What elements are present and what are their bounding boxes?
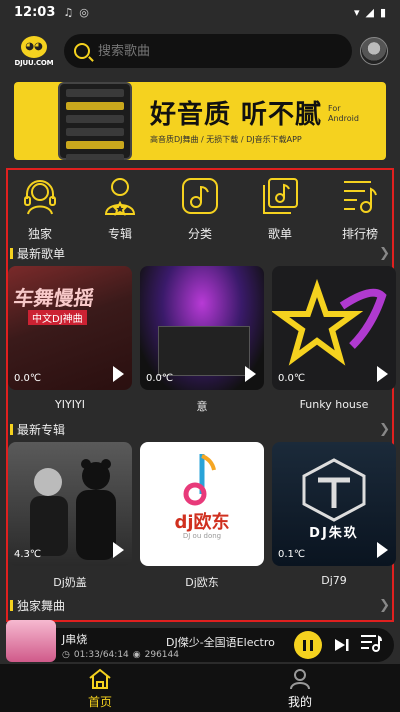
category-label: 专辑 [107, 227, 132, 241]
home-icon [89, 668, 111, 689]
section-latest-albums[interactable]: 最新专辑 ❯ [10, 420, 390, 438]
search-icon [74, 43, 90, 59]
album-cover: 4.3℃ [8, 442, 132, 566]
nav-home[interactable]: 首页 [0, 664, 200, 712]
logo-text: DJUU.COM [14, 58, 54, 67]
nav-label: 我的 [287, 695, 312, 709]
search-input[interactable] [98, 43, 318, 59]
temperature-label: 0.0℃ [14, 373, 42, 384]
playlist-cover: 0.0℃ [140, 266, 264, 390]
status-time: 12:03 [14, 4, 56, 20]
album-title: Dj79 [321, 574, 347, 587]
playlist-row: 车舞慢摇 中文DJ神曲 0.0℃ YIYIYI 0.0℃ 意 0.0℃ Funk… [8, 266, 396, 414]
banner-platform: For Android [328, 104, 359, 123]
playlist-cover: 0.0℃ [272, 266, 396, 390]
section-title: 最新歌单 [17, 246, 66, 261]
section-latest-playlists[interactable]: 最新歌单 ❯ [10, 244, 390, 262]
category-row: 独家 专辑 分类 歌单 排行榜 [0, 172, 400, 244]
status-bar: 12:03 ♫ ◎ ▾ ◢ ▮ [0, 0, 400, 24]
category-label: 独家 [27, 227, 52, 241]
promo-banner[interactable]: 好音质 听不腻 For Android 高音质DJ舞曲 / 无损下载 / DJ音… [14, 82, 386, 160]
now-playing-cover[interactable] [6, 620, 56, 662]
player-artist: J串烧 [62, 632, 88, 646]
category-label: 分类 [187, 227, 212, 241]
category-album[interactable]: 专辑 [80, 172, 160, 244]
section-title: 独家舞曲 [17, 598, 66, 613]
album-title: Dj奶盖 [53, 576, 87, 589]
playlist-card[interactable]: 车舞慢摇 中文DJ神曲 0.0℃ YIYIYI [8, 266, 132, 414]
section-exclusive[interactable]: 独家舞曲 ❯ [10, 596, 390, 614]
play-icon[interactable] [113, 542, 124, 558]
temperature-label: 4.3℃ [14, 549, 42, 560]
category-ranking[interactable]: 排行榜 [320, 172, 400, 244]
album-cover: DJ朱玖 0.1℃ [272, 442, 396, 566]
play-icon[interactable] [113, 366, 124, 382]
wifi-icon: ▾ [353, 5, 360, 19]
headphones-icon [20, 176, 60, 216]
banner-title: 好音质 听不腻 [150, 100, 323, 130]
player-info: J串烧 ◷ 01:33/64:14 ◉ 296144 [62, 631, 179, 660]
logo-face-icon: ◕◕ [21, 35, 47, 58]
app-logo[interactable]: ◕◕ DJUU.COM [12, 35, 56, 67]
album-card[interactable]: 4.3℃ Dj奶盖 [8, 442, 132, 590]
category-genre[interactable]: 分类 [160, 172, 240, 244]
sync-icon: ◎ [79, 5, 89, 19]
bottom-nav: 首页 我的 [0, 664, 400, 712]
clock-icon: ◷ [62, 649, 70, 660]
temperature-label: 0.1℃ [278, 549, 306, 560]
music-note-icon: ♫ [63, 5, 74, 19]
user-star-icon [100, 176, 140, 216]
category-label: 排行榜 [341, 227, 378, 241]
category-exclusive[interactable]: 独家 [0, 172, 80, 244]
header: ◕◕ DJUU.COM [0, 28, 400, 74]
avatar[interactable] [360, 37, 388, 65]
nav-label: 首页 [87, 695, 112, 709]
category-playlist[interactable]: 歌单 [240, 172, 320, 244]
album-card[interactable]: dj欧东 DJ ou dong Dj欧东 [140, 442, 264, 590]
chevron-right-icon[interactable]: ❯ [379, 246, 390, 261]
temperature-label: 0.0℃ [278, 373, 306, 384]
signal-icon: ◢ [365, 5, 374, 19]
music-note-icon [180, 176, 220, 216]
album-card[interactable]: DJ朱玖 0.1℃ Dj79 [272, 442, 396, 590]
playlist-card[interactable]: 0.0℃ Funky house [272, 266, 396, 414]
battery-icon: ▮ [379, 5, 386, 19]
temperature-label: 0.0℃ [146, 373, 174, 384]
profile-icon [290, 669, 310, 690]
album-row: 4.3℃ Dj奶盖 dj欧东 DJ ou dong Dj欧东 DJ朱玖 0.1℃ [8, 442, 396, 590]
playlist-title: 意 [196, 400, 208, 413]
phone-mockup-image [58, 82, 132, 160]
player-stats: ◷ 01:33/64:14 ◉ 296144 [62, 649, 179, 660]
category-label: 歌单 [267, 227, 292, 241]
playlist-cover: 车舞慢摇 中文DJ神曲 0.0℃ [8, 266, 132, 390]
playlist-icon [260, 176, 300, 216]
playlist-card[interactable]: 0.0℃ 意 [140, 266, 264, 414]
playlist-title: YIYIYI [55, 398, 85, 411]
playlist-queue-icon[interactable] [360, 634, 382, 656]
status-notification-icons: ♫ ◎ [63, 6, 88, 19]
nav-mine[interactable]: 我的 [200, 664, 400, 712]
mini-player[interactable]: J串烧 ◷ 01:33/64:14 ◉ 296144 DJ傑少-全国语Elect… [6, 620, 394, 662]
banner-subtitle: 高音质DJ舞曲 / 无损下载 / DJ音乐下载APP [150, 135, 302, 144]
plays-icon: ◉ [132, 649, 141, 660]
next-track-icon[interactable] [334, 638, 350, 652]
section-title: 最新专辑 [17, 422, 66, 437]
pause-button[interactable] [294, 631, 322, 659]
play-icon[interactable] [377, 366, 388, 382]
album-cover: dj欧东 DJ ou dong [140, 442, 264, 566]
play-icon[interactable] [245, 366, 256, 382]
status-system-icons: ▾ ◢ ▮ [354, 6, 386, 19]
player-time: 01:33/64:14 [73, 649, 129, 660]
play-icon[interactable] [377, 542, 388, 558]
chevron-right-icon[interactable]: ❯ [379, 598, 390, 613]
ranking-icon [340, 176, 380, 216]
chevron-right-icon[interactable]: ❯ [379, 422, 390, 437]
player-plays: 296144 [144, 649, 179, 660]
player-title: DJ傑少-全国语Electro [166, 636, 275, 649]
album-title: Dj欧东 [185, 576, 219, 589]
search-bar[interactable] [64, 34, 352, 68]
playlist-title: Funky house [299, 398, 369, 411]
